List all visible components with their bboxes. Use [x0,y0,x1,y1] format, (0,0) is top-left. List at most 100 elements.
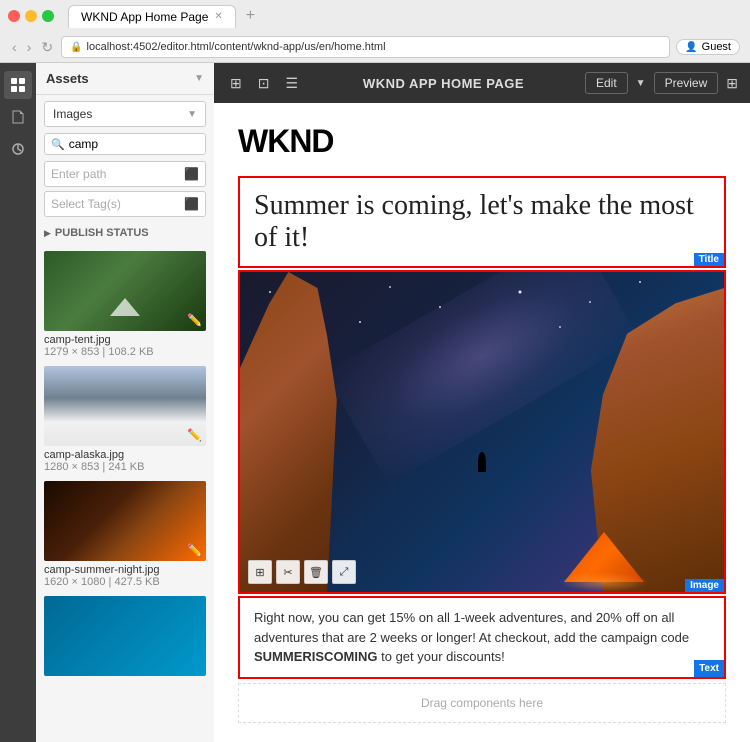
title-component: Summer is coming, let's make the most of… [238,176,726,268]
asset-thumb-camp-tent[interactable]: ✏️ [44,251,206,331]
image-component: ⊞ ✂ 🗑 ⤢ Image [238,270,726,594]
crop-button[interactable]: ⊞ [248,560,272,584]
sidebar-dropdown-icon[interactable]: ▼ [194,73,204,84]
asset-filename-camp-summer-night: camp-summer-night.jpg [44,564,206,576]
browser-chrome: WKND App Home Page ✕ + ‹ › ↻ 🔒 localhost… [0,0,750,63]
dropdown-label: Images [53,107,187,121]
search-field[interactable]: 🔍 ✕ [44,133,206,155]
drag-components-area[interactable]: Drag components here [238,683,726,723]
publish-status-label: PUBLISH STATUS [55,227,149,239]
enter-path-placeholder: Enter path [51,167,184,181]
title-text: Summer is coming, let's make the most of… [240,178,724,266]
sidebar-title: Assets [46,71,89,86]
editor-inner: WKND Summer is coming, let's make the mo… [214,103,750,742]
asset-meta-camp-tent: 1279 × 853 | 108.2 KB [44,346,206,358]
preview-button[interactable]: Preview [654,72,719,94]
toolbar-left: ⊞ ⊡ ☰ [226,73,302,94]
publish-status-section: ▶ PUBLISH STATUS [44,223,206,243]
browser-tab[interactable]: WKND App Home Page ✕ [68,5,236,28]
text-campaign-code: SUMMERISCOMING [254,649,378,664]
edit-button[interactable]: Edit [585,72,628,94]
asset-filename-camp-tent: camp-tent.jpg [44,334,206,346]
url-bar[interactable]: 🔒 localhost:4502/editor.html/content/wkn… [61,36,670,58]
main-area: ⊞ ⊡ ☰ WKND APP HOME PAGE Edit ▼ Preview … [214,63,750,742]
url-text: localhost:4502/editor.html/content/wknd-… [87,41,386,53]
publish-status-arrow-icon: ▶ [44,228,51,239]
select-tags-placeholder: Select Tag(s) [51,197,184,211]
text-before: Right now, you can get 15% on all 1-week… [254,610,689,645]
night-sky-bg [240,272,724,592]
emulator-icon[interactable]: ⊡ [254,73,274,94]
user-icon: 👤 [685,42,697,53]
page-info-icon[interactable]: ☰ [281,73,302,94]
select-tags-field[interactable]: Select Tag(s) ⬛ [44,191,206,217]
title-badge: Title [694,253,724,266]
delete-button[interactable]: 🗑 [304,560,328,584]
forward-button[interactable]: › [25,37,34,57]
dropdown-chevron-icon: ▼ [187,109,197,120]
camp-summer-night-image [44,481,206,561]
assets-icon[interactable] [4,71,32,99]
tags-icon: ⬛ [184,197,199,211]
sidebar-content: Assets ▼ Images ▼ 🔍 ✕ Enter path ⬛ Sel [36,63,214,742]
close-button[interactable] [8,10,20,22]
tent-glow [559,572,649,592]
sidebar: Assets ▼ Images ▼ 🔍 ✕ Enter path ⬛ Sel [0,63,214,742]
asset-thumb-camp-alaska[interactable]: ✏️ [44,366,206,446]
back-button[interactable]: ‹ [10,37,19,57]
drag-components-label: Drag components here [421,696,543,710]
browser-addressbar: ‹ › ↻ 🔒 localhost:4502/editor.html/conte… [0,32,750,62]
wknd-logo: WKND [238,123,726,160]
guest-badge: 👤 Guest [676,39,740,55]
asset-filename-camp-alaska: camp-alaska.jpg [44,449,206,461]
transform-button[interactable]: ✂ [276,560,300,584]
asset-thumb-camp-summer-night[interactable]: ✏️ [44,481,206,561]
edit-chevron-icon[interactable]: ▼ [636,78,646,89]
asset-edit-icon-night[interactable]: ✏️ [187,543,202,557]
text-component: Right now, you can get 15% on all 1-week… [238,596,726,679]
asset-item-camp-tent: ✏️ camp-tent.jpg 1279 × 853 | 108.2 KB [44,251,206,358]
camp-alaska-image [44,366,206,446]
enter-path-field[interactable]: Enter path ⬛ [44,161,206,187]
editor-content: WKND Summer is coming, let's make the mo… [214,103,750,742]
asset-edit-icon[interactable]: ✏️ [187,313,202,327]
minimize-button[interactable] [25,10,37,22]
asset-edit-icon-alaska[interactable]: ✏️ [187,428,202,442]
ssl-icon: 🔒 [70,42,82,53]
asset-meta-camp-alaska: 1280 × 853 | 241 KB [44,461,206,473]
refresh-button[interactable]: ↻ [39,37,55,58]
image-placeholder [240,272,724,592]
asset-meta-camp-summer-night: 1620 × 1080 | 427.5 KB [44,576,206,588]
fullscreen-button[interactable]: ⤢ [332,560,356,584]
asset-item-surf [44,596,206,676]
person-silhouette [478,452,486,472]
new-tab-icon[interactable]: + [246,7,255,25]
image-toolbar: ⊞ ✂ 🗑 ⤢ [248,560,356,584]
browser-titlebar: WKND App Home Page ✕ + [0,0,750,32]
maximize-button[interactable] [42,10,54,22]
asset-thumb-surf[interactable] [44,596,206,676]
surf-image [44,596,206,676]
aem-toolbar: ⊞ ⊡ ☰ WKND APP HOME PAGE Edit ▼ Preview … [214,63,750,103]
text-badge: Text [694,660,724,677]
sidebar-icon-rail [0,63,36,742]
image-badge: Image [685,579,724,592]
path-icon: ⬛ [184,167,199,181]
components-icon[interactable] [4,135,32,163]
tab-title: WKND App Home Page [81,10,208,24]
asset-item-camp-summer-night: ✏️ camp-summer-night.jpg 1620 × 1080 | 4… [44,481,206,588]
sidebar-header: Assets ▼ [36,63,214,95]
guest-label: Guest [702,41,731,53]
window-controls[interactable] [8,10,54,22]
publish-status-toggle[interactable]: ▶ PUBLISH STATUS [44,223,206,243]
asset-item-camp-alaska: ✏️ camp-alaska.jpg 1280 × 853 | 241 KB [44,366,206,473]
images-dropdown[interactable]: Images ▼ [44,101,206,127]
layout-icon[interactable]: ⊞ [226,73,246,94]
text-after: to get your discounts! [378,649,505,664]
search-input[interactable] [69,137,214,151]
grid-icon[interactable]: ⊞ [726,75,738,92]
tab-close-icon[interactable]: ✕ [214,11,222,22]
search-icon: 🔍 [51,138,65,151]
camp-tent-image [44,251,206,331]
pages-icon[interactable] [4,103,32,131]
